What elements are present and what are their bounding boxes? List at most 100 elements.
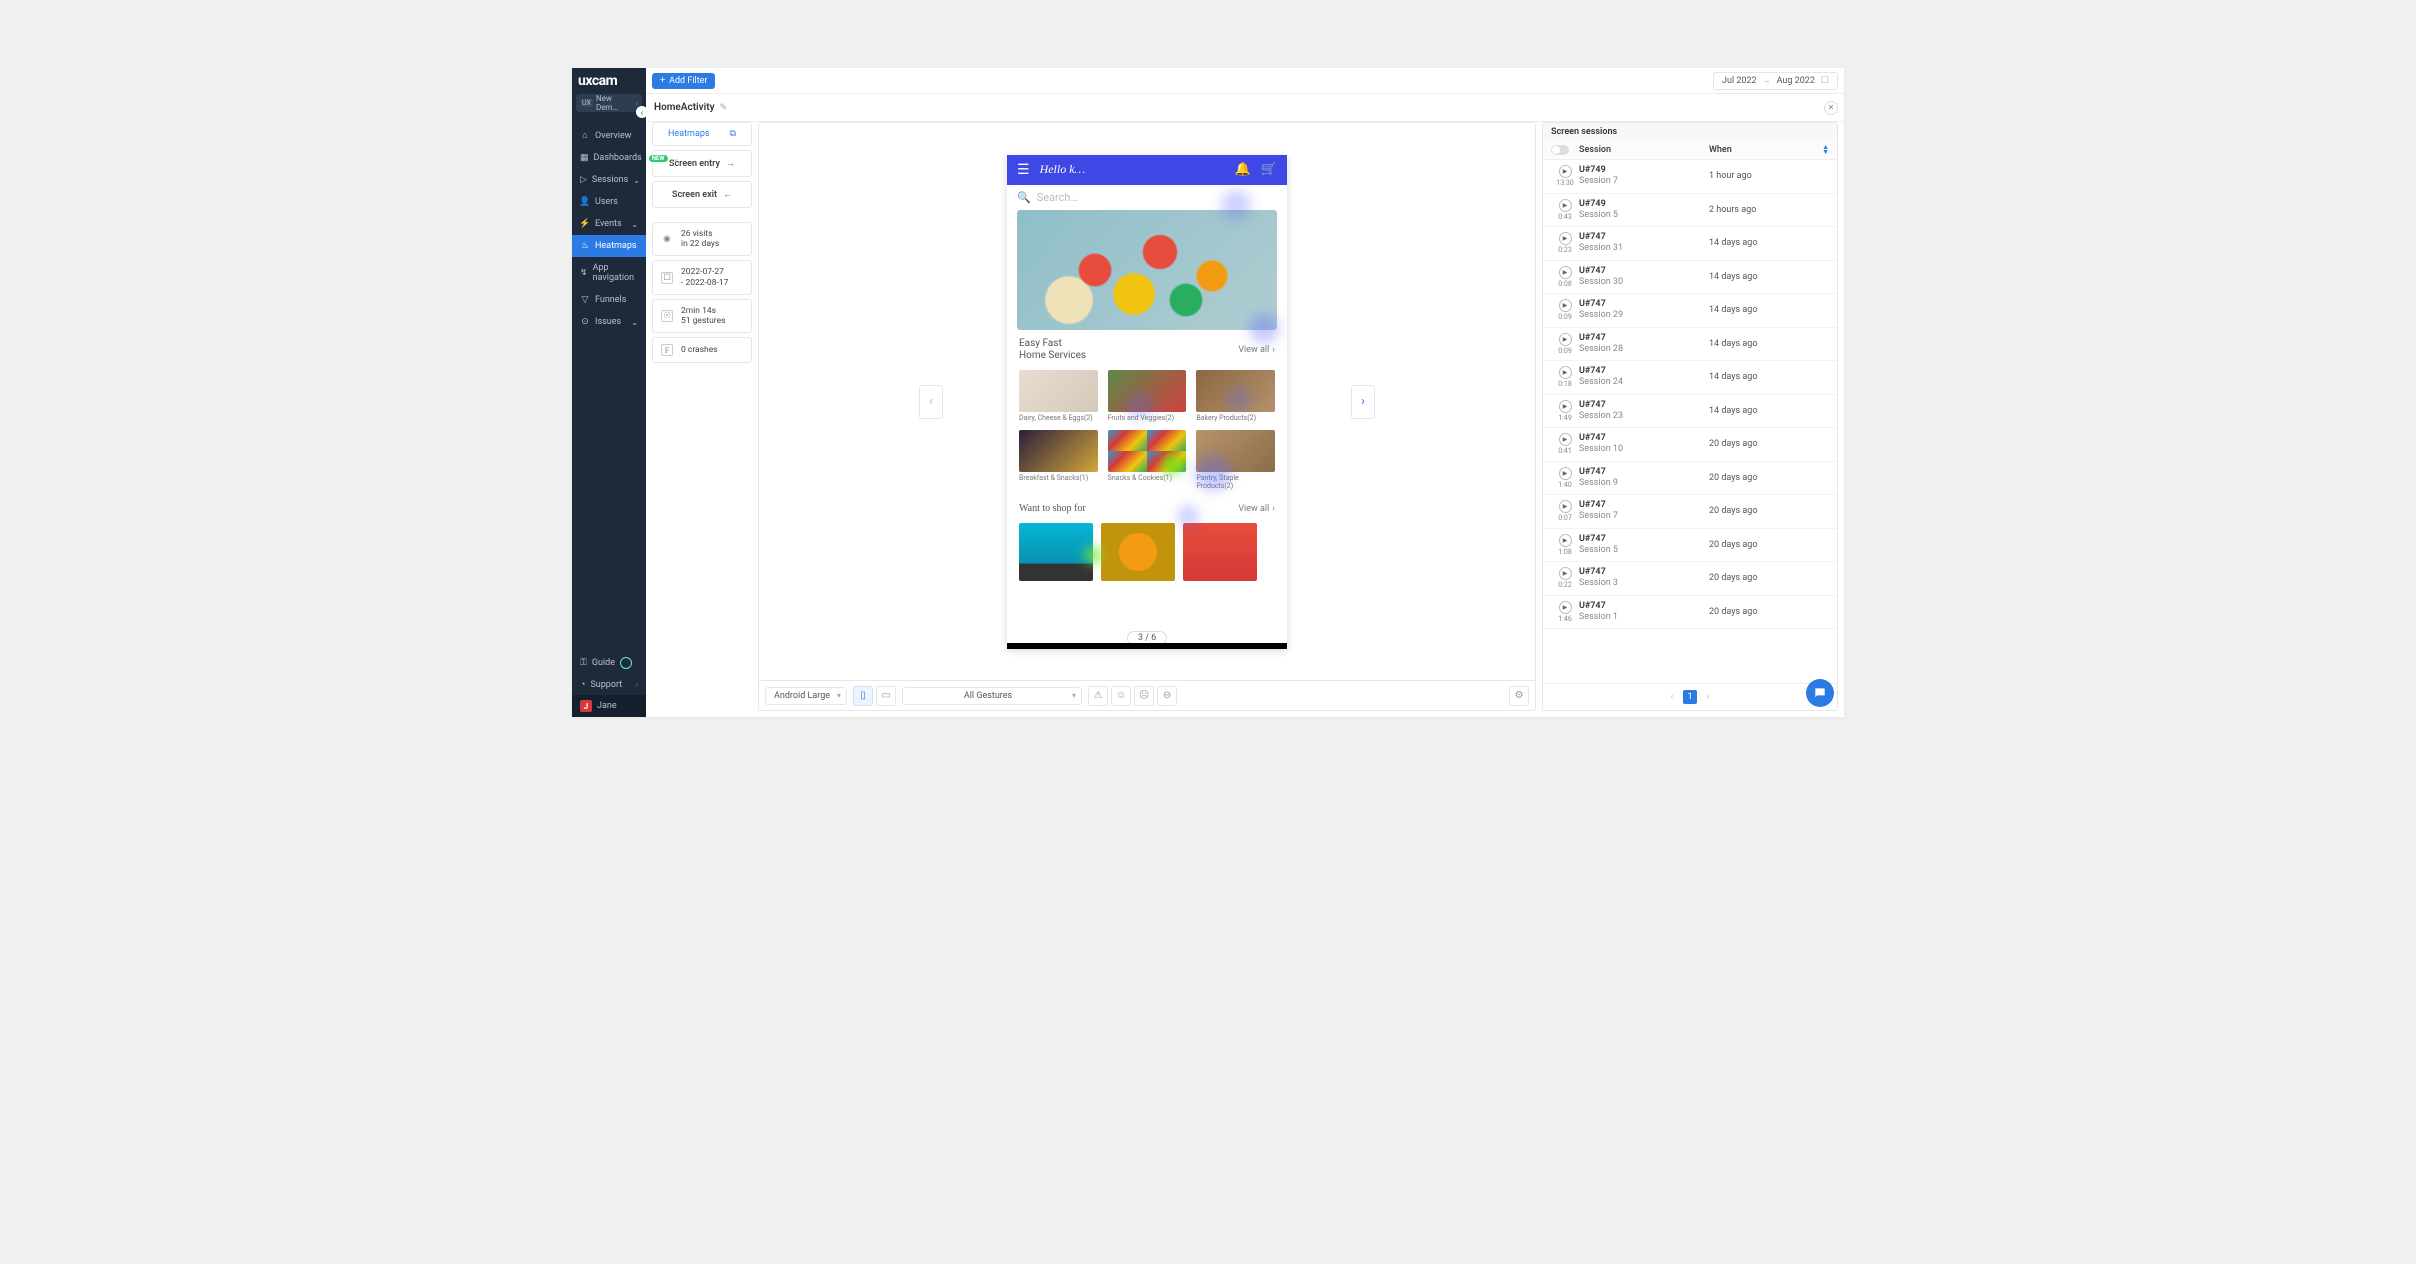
shop-item[interactable] bbox=[1183, 523, 1257, 581]
session-duration: 0:23 bbox=[1558, 246, 1572, 254]
device-select[interactable]: Android Large bbox=[765, 687, 847, 705]
category-image bbox=[1108, 430, 1187, 472]
play-button[interactable]: ▶ bbox=[1559, 500, 1572, 513]
nav-label: App navigation bbox=[593, 263, 638, 283]
topbar: + Add Filter Jul 2022 → Aug 2022 ☐ bbox=[646, 68, 1844, 94]
sidebar-item-heatmaps[interactable]: ♨Heatmaps bbox=[572, 235, 646, 257]
sessions-toggle[interactable] bbox=[1551, 145, 1569, 155]
play-button[interactable]: ▶ bbox=[1559, 165, 1572, 178]
sidebar-item-app-navigation[interactable]: ↯App navigation bbox=[572, 257, 646, 289]
col-session[interactable]: Session bbox=[1579, 145, 1709, 155]
intercom-button[interactable] bbox=[1806, 679, 1834, 707]
play-button[interactable]: ▶ bbox=[1559, 333, 1572, 346]
orientation-portrait-button[interactable]: ▯ bbox=[853, 686, 873, 706]
col-when[interactable]: When ▲▼ bbox=[1709, 145, 1829, 155]
user-menu[interactable]: J Jane bbox=[572, 695, 646, 717]
play-button[interactable]: ▶ bbox=[1559, 534, 1572, 547]
warning-filter-button[interactable]: ⚠ bbox=[1088, 686, 1108, 706]
sidebar-item-overview[interactable]: ⌂Overview bbox=[572, 124, 646, 147]
view-all-link[interactable]: View all› bbox=[1238, 345, 1275, 355]
category-item[interactable]: Breakfast & Snacks(1) bbox=[1019, 430, 1098, 490]
session-name: Session 9 bbox=[1579, 478, 1709, 489]
cart-icon[interactable]: 🛒 bbox=[1261, 162, 1277, 177]
stat-crashes: F 0 crashes bbox=[652, 337, 752, 363]
session-row[interactable]: ▶1:40U#747Session 920 days ago bbox=[1543, 462, 1837, 496]
add-filter-button[interactable]: + Add Filter bbox=[652, 73, 715, 89]
session-row[interactable]: ▶0:41U#747Session 1020 days ago bbox=[1543, 428, 1837, 462]
nav-label: Events bbox=[595, 219, 622, 229]
user-name: Jane bbox=[597, 701, 617, 711]
sidebar-item-sessions[interactable]: ▷Sessions⌄ bbox=[572, 169, 646, 191]
category-item[interactable]: Snacks & Cookies(1) bbox=[1108, 430, 1187, 490]
app-selector[interactable]: UX New Dem… › ‹ bbox=[576, 94, 642, 112]
play-button[interactable]: ▶ bbox=[1559, 467, 1572, 480]
session-when: 14 days ago bbox=[1709, 339, 1829, 349]
category-item[interactable]: Dairy, Cheese & Eggs(2) bbox=[1019, 370, 1098, 423]
menu-icon[interactable]: ☰ bbox=[1017, 162, 1030, 178]
screen-exit-button[interactable]: Screen exit ← bbox=[652, 181, 752, 208]
session-row[interactable]: ▶0:43U#749Session 52 hours ago bbox=[1543, 194, 1837, 228]
copy-icon[interactable]: ⧉ bbox=[730, 129, 736, 139]
session-name: Session 24 bbox=[1579, 377, 1709, 388]
session-row[interactable]: ▶1:49U#747Session 2314 days ago bbox=[1543, 395, 1837, 429]
session-name: Session 5 bbox=[1579, 545, 1709, 556]
session-row[interactable]: ▶0:18U#747Session 2414 days ago bbox=[1543, 361, 1837, 395]
category-image bbox=[1019, 430, 1098, 472]
screen-entry-button[interactable]: Screen entry → bbox=[652, 150, 752, 177]
session-row[interactable]: ▶1:46U#747Session 120 days ago bbox=[1543, 596, 1837, 630]
orientation-landscape-button[interactable]: ▭ bbox=[876, 686, 896, 706]
bell-icon[interactable]: 🔔 bbox=[1235, 162, 1251, 177]
category-item[interactable]: Fruits and Veggies(2) bbox=[1108, 370, 1187, 423]
face-neutral-button[interactable]: ☺ bbox=[1111, 686, 1131, 706]
edit-icon[interactable]: ✎ bbox=[720, 103, 728, 113]
next-screen-button[interactable]: › bbox=[1351, 385, 1375, 419]
gesture-select[interactable]: All Gestures bbox=[902, 687, 1082, 705]
date-range-picker[interactable]: Jul 2022 → Aug 2022 ☐ bbox=[1713, 72, 1838, 90]
session-user: U#747 bbox=[1579, 400, 1709, 411]
face-sad-button[interactable]: ☹ bbox=[1134, 686, 1154, 706]
page-prev[interactable]: ‹ bbox=[1665, 690, 1679, 704]
session-row[interactable]: ▶0:09U#747Session 2814 days ago bbox=[1543, 328, 1837, 362]
shop-item[interactable] bbox=[1019, 523, 1093, 581]
view-all-link[interactable]: View all› bbox=[1238, 504, 1275, 514]
support-link[interactable]: ◔ Support › bbox=[572, 674, 646, 695]
session-row[interactable]: ▶0:09U#747Session 2914 days ago bbox=[1543, 294, 1837, 328]
chevron-down-icon: ⌄ bbox=[631, 220, 638, 229]
search-input[interactable]: 🔍 Search… bbox=[1007, 185, 1287, 210]
play-button[interactable]: ▶ bbox=[1559, 433, 1572, 446]
guide-link[interactable]: ⚿ Guide bbox=[572, 652, 646, 674]
session-row[interactable]: ▶0:08U#747Session 3014 days ago bbox=[1543, 261, 1837, 295]
eye-icon: ◉ bbox=[661, 233, 673, 245]
shop-item[interactable] bbox=[1101, 523, 1175, 581]
settings-button[interactable]: ⚙ bbox=[1509, 686, 1529, 706]
tab-heatmaps[interactable]: Heatmaps ⧉ bbox=[653, 123, 751, 145]
play-button[interactable]: ▶ bbox=[1559, 266, 1572, 279]
page-next[interactable]: › bbox=[1701, 690, 1715, 704]
session-row[interactable]: ▶13:30U#749Session 71 hour ago bbox=[1543, 160, 1837, 194]
session-duration: 0:22 bbox=[1558, 581, 1572, 589]
category-item[interactable]: Bakery Products(2) bbox=[1196, 370, 1275, 423]
sidebar-item-funnels[interactable]: ▽Funnels bbox=[572, 289, 646, 311]
play-button[interactable]: ▶ bbox=[1559, 567, 1572, 580]
session-row[interactable]: ▶1:08U#747Session 520 days ago bbox=[1543, 529, 1837, 563]
sidebar-item-issues[interactable]: ⊙Issues⌄ bbox=[572, 311, 646, 333]
device-preview: ☰ Hello k… 🔔 🛒 🔍 Search… bbox=[1007, 155, 1287, 649]
session-row[interactable]: ▶0:23U#747Session 3114 days ago bbox=[1543, 227, 1837, 261]
play-button[interactable]: ▶ bbox=[1559, 232, 1572, 245]
category-item[interactable]: Pantry, Staple Products(2) bbox=[1196, 430, 1275, 490]
sidebar-item-events[interactable]: ⚡Events⌄ bbox=[572, 213, 646, 235]
session-row[interactable]: ▶0:22U#747Session 320 days ago bbox=[1543, 562, 1837, 596]
play-button[interactable]: ▶ bbox=[1559, 299, 1572, 312]
hero-banner[interactable] bbox=[1017, 210, 1277, 330]
page-current[interactable]: 1 bbox=[1683, 690, 1697, 704]
play-button[interactable]: ▶ bbox=[1559, 366, 1572, 379]
sidebar-item-users[interactable]: 👤Users bbox=[572, 191, 646, 213]
play-button[interactable]: ▶ bbox=[1559, 400, 1572, 413]
session-row[interactable]: ▶0:07U#747Session 720 days ago bbox=[1543, 495, 1837, 529]
play-button[interactable]: ▶ bbox=[1559, 601, 1572, 614]
play-button[interactable]: ▶ bbox=[1559, 199, 1572, 212]
prev-screen-button[interactable]: ‹ bbox=[919, 385, 943, 419]
close-button[interactable]: ✕ bbox=[1824, 101, 1838, 115]
face-meh-button[interactable]: ⊖ bbox=[1157, 686, 1177, 706]
sidebar-item-dashboards[interactable]: ▦DashboardsNEW⌄ bbox=[572, 147, 646, 169]
